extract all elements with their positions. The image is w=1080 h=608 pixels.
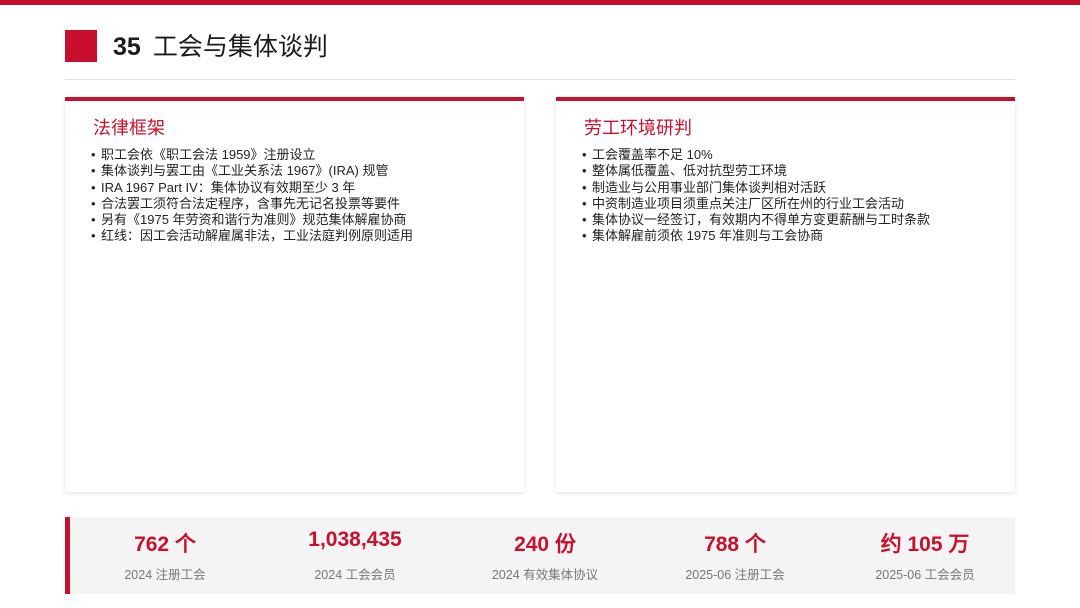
slide-header: 35 工会与集体谈判 xyxy=(65,30,1015,80)
legal-framework-list: • 职工会依《职工会法 1959》注册设立 • 集体谈判与罢工由《工业关系法 196… xyxy=(91,147,413,245)
list-item: • 中资制造业项目须重点关注厂区所在州的行业工会活动 xyxy=(582,195,905,211)
bullet-icon: • xyxy=(91,179,96,195)
list-item: • 另有《1975 年劳资和谐行为准则》规范集体解雇协商 xyxy=(91,212,407,228)
header-accent-square xyxy=(65,30,97,62)
bullet-icon: • xyxy=(91,147,96,162)
labor-assessment-card: 劳工环境研判 • 工会覆盖率不足 10% • 整体属低覆盖、低对抗型劳工环境 • 制造… xyxy=(556,97,1015,492)
bullet-icon: • xyxy=(582,163,587,179)
list-item: • 制造业与公用事业部门集体谈判相对活跃 xyxy=(582,179,827,195)
bullet-icon: • xyxy=(91,212,96,228)
bullet-icon: • xyxy=(91,228,96,244)
stat-value: 约 105 万 xyxy=(880,533,970,556)
bullet-icon: • xyxy=(582,195,587,211)
stat-union-members-2024: 1,038,435 2024 工会会员 xyxy=(260,517,450,594)
stats-panel: 762 个 2024 注册工会 1,038,435 2024 工会会员 240 … xyxy=(65,517,1015,594)
stat-label: 2024 注册工会 xyxy=(124,568,206,582)
top-accent-bar xyxy=(0,0,1080,5)
legal-framework-title: 法律框架 xyxy=(93,118,165,138)
labor-assessment-list: • 工会覆盖率不足 10% • 整体属低覆盖、低对抗型劳工环境 • 制造业与公用事业部… xyxy=(582,147,930,245)
bullet-icon: • xyxy=(582,212,587,228)
stat-label: 2025-06 工会会员 xyxy=(875,568,975,582)
list-item: • 工会覆盖率不足 10% xyxy=(582,147,713,162)
page-number: 35 xyxy=(113,33,141,61)
stat-label: 2024 有效集体协议 xyxy=(491,568,599,582)
stat-registered-unions-2025: 788 个 2025-06 注册工会 xyxy=(640,517,830,594)
stat-value: 762 个 xyxy=(134,533,196,556)
legal-framework-card: 法律框架 • 职工会依《职工会法 1959》注册设立 • 集体谈判与罢工由《工业关系… xyxy=(65,97,524,492)
list-item: • 集体解雇前须依 1975 年准则与工会协商 xyxy=(582,228,824,244)
bullet-icon: • xyxy=(582,147,587,162)
list-item: • 合法罢工须符合法定程序，含事先无记名投票等要件 xyxy=(91,195,401,211)
stat-value: 240 份 xyxy=(514,533,576,556)
bullet-icon: • xyxy=(582,179,587,195)
stat-value: 1,038,435 xyxy=(308,528,402,551)
list-item: • 集体谈判与罢工由《工业关系法 1967》(IRA) 规管 xyxy=(91,163,389,179)
bullet-icon: • xyxy=(582,228,587,244)
list-item: • 职工会依《职工会法 1959》注册设立 xyxy=(91,147,316,162)
stat-label: 2025-06 注册工会 xyxy=(685,568,785,582)
page-title: 35 工会与集体谈判 xyxy=(113,31,328,63)
list-item: • 集体协议一经签订，有效期内不得单方变更薪酬与工时条款 xyxy=(582,212,931,228)
list-item: • 整体属低覆盖、低对抗型劳工环境 xyxy=(582,163,788,179)
list-item: • IRA 1967 Part IV：集体协议有效期至少 3 年 xyxy=(91,179,356,195)
stat-collective-agreements-2024: 240 份 2024 有效集体协议 xyxy=(450,517,640,594)
bullet-icon: • xyxy=(91,163,96,179)
labor-assessment-title: 劳工环境研判 xyxy=(584,118,692,138)
bullet-icon: • xyxy=(91,195,96,211)
stat-label: 2024 工会会员 xyxy=(314,568,396,582)
stat-registered-unions-2024: 762 个 2024 注册工会 xyxy=(70,517,260,594)
stat-value: 788 个 xyxy=(704,533,766,556)
stat-union-members-2025: 约 105 万 2025-06 工会会员 xyxy=(830,517,1020,594)
page-title-text: 工会与集体谈判 xyxy=(152,33,328,61)
list-item: • 红线：因工会活动解雇属非法，工业法庭判例原则适用 xyxy=(91,228,414,244)
